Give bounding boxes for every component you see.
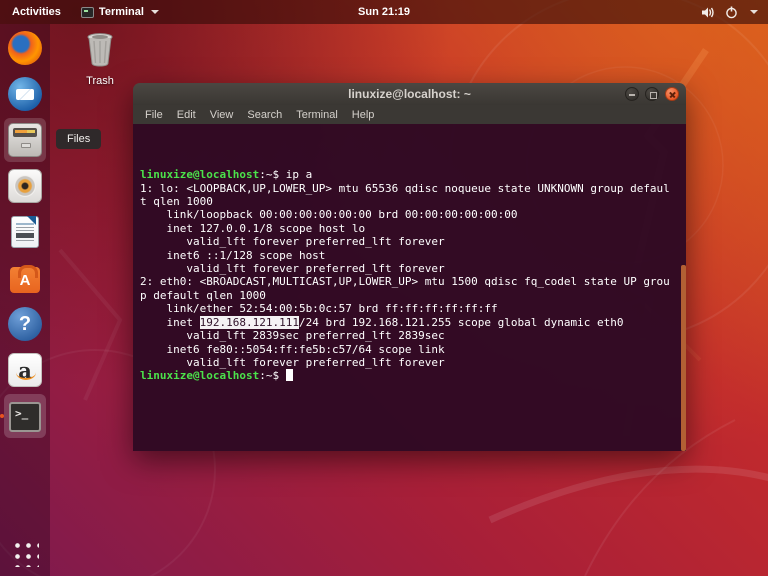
terminal-cursor <box>286 369 293 381</box>
terminal-line: linuxize@localhost:~$ <box>140 369 676 382</box>
libreoffice-writer-icon <box>11 216 39 248</box>
system-menu-caret-icon <box>750 10 758 14</box>
top-bar: Activities Terminal Sun 21:19 <box>0 0 768 24</box>
ubuntu-software-icon: A <box>10 267 40 293</box>
menu-item-view[interactable]: View <box>204 107 240 123</box>
terminal-scrollbar <box>681 124 686 451</box>
activities-label: Activities <box>12 6 61 18</box>
window-title: linuxize@localhost: ~ <box>133 87 686 101</box>
trash-icon <box>83 30 117 68</box>
menu-item-file[interactable]: File <box>139 107 169 123</box>
menu-item-terminal[interactable]: Terminal <box>290 107 344 123</box>
terminal-line: link/loopback 00:00:00:00:00:00 brd 00:0… <box>140 208 676 221</box>
firefox-icon <box>8 31 42 65</box>
rhythmbox-icon <box>8 169 42 203</box>
help-icon: ? <box>8 307 42 341</box>
dock-ubuntu-software-button[interactable]: A <box>4 256 46 300</box>
terminal-output[interactable]: linuxize@localhost:~$ ip a1: lo: <LOOPBA… <box>133 124 686 451</box>
focused-app-label: Terminal <box>99 6 144 18</box>
files-icon-handle <box>21 143 31 148</box>
menu-item-edit[interactable]: Edit <box>171 107 202 123</box>
terminal-line: valid_lft forever preferred_lft forever <box>140 356 676 369</box>
files-tooltip: Files <box>56 129 101 149</box>
terminal-line: inet 192.168.121.111/24 brd 192.168.121.… <box>140 316 676 329</box>
thunderbird-icon <box>8 77 42 111</box>
terminal-line: p default qlen 1000 <box>140 289 676 302</box>
window-controls <box>625 87 686 101</box>
chevron-down-icon <box>151 10 159 14</box>
terminal-line: 2: eth0: <BROADCAST,MULTICAST,UP,LOWER_U… <box>140 275 676 288</box>
scrollbar-handle[interactable] <box>681 265 686 451</box>
terminal-line: valid_lft forever preferred_lft forever <box>140 235 676 248</box>
terminal-mini-icon <box>81 7 94 18</box>
terminal-line: t qlen 1000 <box>140 195 676 208</box>
clock[interactable]: Sun 21:19 <box>358 6 410 18</box>
minimize-button[interactable] <box>625 87 639 101</box>
trash-shortcut[interactable]: Trash <box>76 30 124 87</box>
terminal-line: inet6 ::1/128 scope host <box>140 249 676 262</box>
terminal-line: valid_lft 2839sec preferred_lft 2839sec <box>140 329 676 342</box>
dock-help-button[interactable]: ? <box>4 302 46 346</box>
system-status-area[interactable] <box>701 0 768 24</box>
focused-app-menu[interactable]: Terminal <box>73 0 167 24</box>
terminal-line: inet6 fe80::5054:ff:fe5b:c57/64 scope li… <box>140 343 676 356</box>
dock-firefox-button[interactable] <box>4 26 46 70</box>
dock-files-button[interactable] <box>4 118 46 162</box>
dock-libreoffice-writer-button[interactable] <box>4 210 46 254</box>
files-icon-drawer <box>13 128 37 137</box>
files-icon <box>8 123 42 157</box>
show-applications-button[interactable] <box>4 532 46 574</box>
activities-button[interactable]: Activities <box>0 0 73 24</box>
maximize-button[interactable] <box>645 87 659 101</box>
apps-grid-icon <box>11 539 39 567</box>
amazon-icon: a <box>8 353 42 387</box>
close-button[interactable] <box>665 87 679 101</box>
dock-thunderbird-button[interactable] <box>4 72 46 116</box>
dock-rhythmbox-button[interactable] <box>4 164 46 208</box>
terminal-line: inet 127.0.0.1/8 scope host lo <box>140 222 676 235</box>
power-icon <box>725 6 738 19</box>
terminal-window: linuxize@localhost: ~ FileEditViewSearch… <box>133 83 686 451</box>
terminal-line: valid_lft forever preferred_lft forever <box>140 262 676 275</box>
terminal-line: link/ether 52:54:00:5b:0c:57 brd ff:ff:f… <box>140 302 676 315</box>
menu-item-help[interactable]: Help <box>346 107 381 123</box>
menu-item-search[interactable]: Search <box>241 107 288 123</box>
dock-amazon-button[interactable]: a <box>4 348 46 392</box>
terminal-titlebar[interactable]: linuxize@localhost: ~ <box>133 83 686 105</box>
trash-label: Trash <box>76 75 124 87</box>
volume-icon <box>701 6 715 19</box>
dock: A ? a >_ <box>0 24 50 576</box>
terminal-line: 1: lo: <LOOPBACK,UP,LOWER_UP> mtu 65536 … <box>140 182 676 195</box>
terminal-icon: >_ <box>9 402 41 432</box>
terminal-menubar: FileEditViewSearchTerminalHelp <box>133 105 686 124</box>
terminal-line: linuxize@localhost:~$ ip a <box>140 168 676 181</box>
dock-terminal-button[interactable]: >_ <box>4 394 46 438</box>
